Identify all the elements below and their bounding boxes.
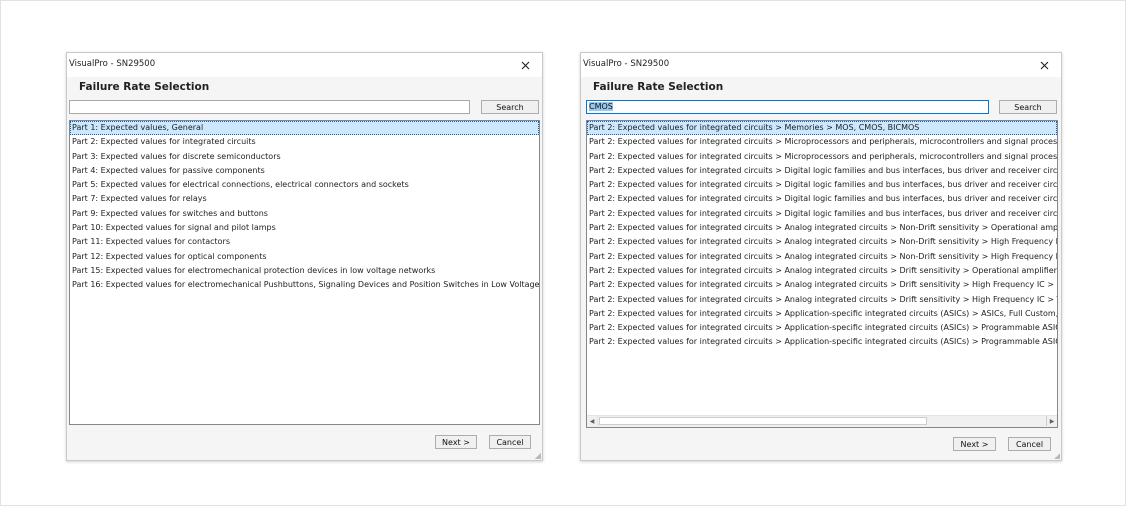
list-item[interactable]: Part 2: Expected values for integrated c… bbox=[587, 278, 1057, 292]
list-item[interactable]: Part 2: Expected values for integrated c… bbox=[587, 150, 1057, 164]
scroll-thumb[interactable] bbox=[599, 417, 927, 425]
list-items: Part 1: Expected values, General Part 2: … bbox=[70, 121, 539, 293]
resize-grip[interactable] bbox=[1054, 453, 1060, 459]
horizontal-scrollbar[interactable]: ◀ ▶ bbox=[587, 415, 1057, 427]
title-bar: VisualPro - SN29500 bbox=[67, 53, 542, 77]
list-item[interactable]: Part 7: Expected values for relays bbox=[70, 192, 539, 206]
list-item[interactable]: Part 15: Expected values for electromech… bbox=[70, 264, 539, 278]
list-item[interactable]: Part 2: Expected values for integrated c… bbox=[587, 250, 1057, 264]
list-item[interactable]: Part 2: Expected values for integrated c… bbox=[587, 235, 1057, 249]
list-item[interactable]: Part 2: Expected values for integrated c… bbox=[587, 207, 1057, 221]
list-item[interactable]: Part 12: Expected values for optical com… bbox=[70, 250, 539, 264]
window-title: VisualPro - SN29500 bbox=[583, 59, 670, 69]
list-item[interactable]: Part 2: Expected values for integrated c… bbox=[587, 321, 1057, 335]
list-item[interactable]: Part 2: Expected values for integrated c… bbox=[70, 135, 539, 149]
list-item[interactable]: Part 11: Expected values for contactors bbox=[70, 235, 539, 249]
resize-grip[interactable] bbox=[535, 453, 541, 459]
scroll-right-arrow-icon[interactable]: ▶ bbox=[1046, 416, 1057, 426]
list-item[interactable]: Part 9: Expected values for switches and… bbox=[70, 207, 539, 221]
close-button[interactable] bbox=[1035, 56, 1053, 74]
results-listbox[interactable]: Part 2: Expected values for integrated c… bbox=[586, 120, 1058, 428]
list-item[interactable]: Part 5: Expected values for electrical c… bbox=[70, 178, 539, 192]
dialog-heading: Failure Rate Selection bbox=[79, 81, 210, 93]
list-item[interactable]: Part 4: Expected values for passive comp… bbox=[70, 164, 539, 178]
list-item[interactable]: Part 10: Expected values for signal and … bbox=[70, 221, 539, 235]
list-items: Part 2: Expected values for integrated c… bbox=[587, 121, 1057, 350]
dialog-heading: Failure Rate Selection bbox=[593, 81, 724, 93]
list-item[interactable]: Part 2: Expected values for integrated c… bbox=[587, 264, 1057, 278]
search-button[interactable]: Search bbox=[481, 100, 539, 114]
scroll-left-arrow-icon[interactable]: ◀ bbox=[587, 416, 598, 426]
search-button[interactable]: Search bbox=[999, 100, 1057, 114]
title-bar: VisualPro - SN29500 bbox=[581, 53, 1061, 77]
failure-rate-dialog-right: VisualPro - SN29500 Failure Rate Selecti… bbox=[580, 52, 1062, 461]
list-item[interactable]: Part 1: Expected values, General bbox=[70, 121, 539, 136]
list-item[interactable]: Part 2: Expected values for integrated c… bbox=[587, 135, 1057, 149]
list-item[interactable]: Part 2: Expected values for integrated c… bbox=[587, 164, 1057, 178]
list-item[interactable]: Part 2: Expected values for integrated c… bbox=[587, 178, 1057, 192]
search-input[interactable] bbox=[586, 100, 989, 114]
list-item[interactable]: Part 2: Expected values for integrated c… bbox=[587, 192, 1057, 206]
next-button[interactable]: Next > bbox=[435, 435, 477, 449]
failure-rate-dialog-left: VisualPro - SN29500 Failure Rate Selecti… bbox=[66, 52, 543, 461]
list-item[interactable]: Part 2: Expected values for integrated c… bbox=[587, 221, 1057, 235]
cancel-button[interactable]: Cancel bbox=[489, 435, 531, 449]
close-button[interactable] bbox=[516, 56, 534, 74]
window-title: VisualPro - SN29500 bbox=[69, 59, 156, 69]
list-item[interactable]: Part 2: Expected values for integrated c… bbox=[587, 121, 1057, 136]
list-item[interactable]: Part 2: Expected values for integrated c… bbox=[587, 335, 1057, 349]
list-item[interactable]: Part 3: Expected values for discrete sem… bbox=[70, 150, 539, 164]
cancel-button[interactable]: Cancel bbox=[1008, 437, 1051, 451]
parts-listbox[interactable]: Part 1: Expected values, General Part 2: … bbox=[69, 120, 540, 425]
list-item[interactable]: Part 2: Expected values for integrated c… bbox=[587, 293, 1057, 307]
next-button[interactable]: Next > bbox=[953, 437, 996, 451]
close-icon bbox=[521, 61, 529, 69]
list-item[interactable]: Part 2: Expected values for integrated c… bbox=[587, 307, 1057, 321]
list-item[interactable]: Part 16: Expected values for electromech… bbox=[70, 278, 539, 292]
close-icon bbox=[1040, 61, 1048, 69]
search-input[interactable] bbox=[69, 100, 470, 114]
